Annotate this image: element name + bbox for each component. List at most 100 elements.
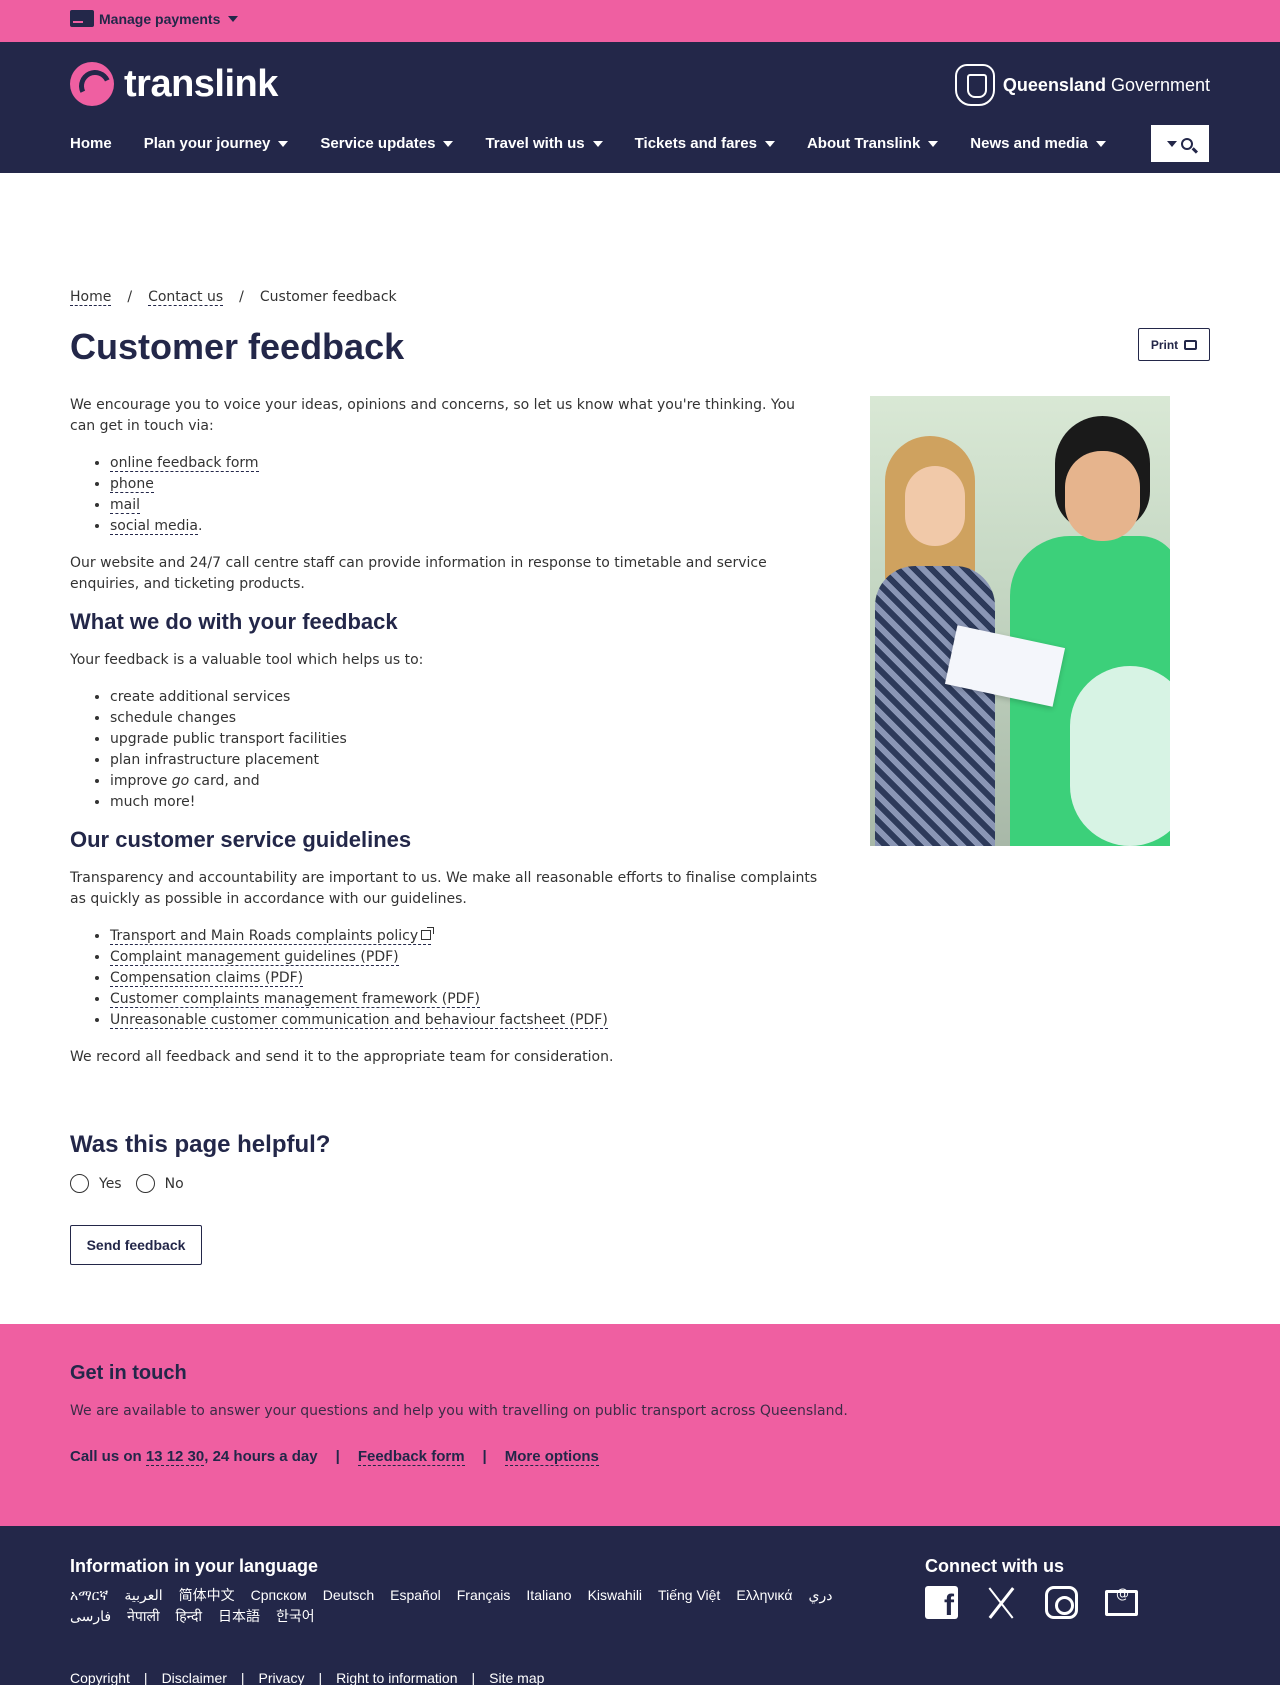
feedback-form-link[interactable]: Feedback form <box>357 1448 465 1466</box>
language-link[interactable]: Tiếng Việt <box>658 1585 720 1606</box>
print-button[interactable]: Print <box>1138 328 1210 361</box>
facebook-icon[interactable] <box>925 1586 958 1623</box>
top-bar: Manage payments <box>0 0 1280 42</box>
feedback-intro: Your feedback is a valuable tool which h… <box>70 652 424 668</box>
nav-label: Travel with us <box>485 135 585 152</box>
translink-logo-icon <box>70 62 114 106</box>
chevron-down-icon <box>592 140 603 147</box>
language-link[interactable]: Kiswahili <box>588 1585 642 1606</box>
nav-label: Plan your journey <box>143 135 271 152</box>
send-feedback-button[interactable]: Send feedback <box>70 1225 202 1265</box>
search-button[interactable] <box>1151 125 1209 162</box>
list-item: much more! <box>110 792 820 813</box>
language-link[interactable]: አማርኛ <box>70 1585 108 1606</box>
language-link[interactable]: 日本語 <box>218 1606 260 1627</box>
call-centre-paragraph: Our website and 24/7 call centre staff c… <box>70 555 767 592</box>
social-media-link[interactable]: social media <box>110 518 198 535</box>
breadcrumb-current: Customer feedback <box>259 289 397 305</box>
nav-travel-with-us[interactable]: Travel with us <box>485 135 603 152</box>
nav-home[interactable]: Home <box>70 135 112 152</box>
nav-label: Home <box>70 135 112 152</box>
phone-number-link[interactable]: 13 12 30 <box>145 1448 205 1466</box>
language-link[interactable]: Ελληνικά <box>736 1585 792 1606</box>
list-item: Compensation claims (PDF) <box>110 968 820 989</box>
feedback-uses-list: create additional services schedule chan… <box>110 687 820 813</box>
manage-payments-menu[interactable]: Manage payments <box>70 10 239 27</box>
more-options-link[interactable]: More options <box>504 1448 599 1466</box>
record-paragraph: We record all feedback and send it to th… <box>70 1049 614 1065</box>
chevron-down-icon <box>443 140 454 147</box>
list-item: mail <box>110 495 820 516</box>
connect-heading: Connect with us <box>925 1556 1064 1576</box>
language-link[interactable]: Italiano <box>526 1585 571 1606</box>
separator: | <box>143 1670 148 1685</box>
language-link[interactable]: नेपाली <box>127 1606 159 1627</box>
list-item: create additional services <box>110 687 820 708</box>
disclaimer-link[interactable]: Disclaimer <box>162 1670 227 1685</box>
call-suffix: , 24 hours a day <box>204 1448 318 1465</box>
no-radio[interactable] <box>135 1174 155 1193</box>
separator: | <box>335 1448 340 1465</box>
language-link[interactable]: 한국어 <box>276 1606 315 1627</box>
email-icon[interactable] <box>1105 1587 1138 1616</box>
gov-bold-text: Queensland <box>1002 74 1106 95</box>
language-link[interactable]: हिन्दी <box>176 1606 202 1627</box>
compensation-claims-link[interactable]: Compensation claims (PDF) <box>110 970 304 987</box>
nav-news-and-media[interactable]: News and media <box>970 135 1106 152</box>
language-link[interactable]: دري <box>808 1585 832 1606</box>
improve-suffix: card, and <box>193 773 260 789</box>
yes-label[interactable]: Yes <box>99 1176 122 1192</box>
customer-service-photo <box>870 396 1170 846</box>
link-label: Transport and Main Roads complaints poli… <box>110 928 419 944</box>
language-link[interactable]: Deutsch <box>323 1585 374 1606</box>
unreasonable-behaviour-factsheet-link[interactable]: Unreasonable customer communication and … <box>110 1012 608 1029</box>
printer-icon <box>1184 339 1198 350</box>
list-item: social media. <box>110 516 820 537</box>
queensland-government-logo[interactable]: Queensland Government <box>954 64 1210 106</box>
no-label[interactable]: No <box>165 1176 184 1192</box>
complaints-policy-link[interactable]: Transport and Main Roads complaints poli… <box>110 927 435 945</box>
language-link[interactable]: Српском <box>251 1585 307 1606</box>
translink-logo[interactable]: translink <box>70 62 278 106</box>
language-link[interactable]: Français <box>457 1585 511 1606</box>
right-to-information-link[interactable]: Right to information <box>336 1670 457 1685</box>
chevron-down-icon <box>764 140 775 147</box>
complaint-guidelines-link[interactable]: Complaint management guidelines (PDF) <box>110 949 399 966</box>
breadcrumb-home[interactable]: Home <box>70 289 112 306</box>
breadcrumb-separator: / <box>239 289 244 305</box>
guidelines-heading: Our customer service guidelines <box>70 827 412 852</box>
list-item: schedule changes <box>110 708 820 729</box>
copyright-link[interactable]: Copyright <box>70 1670 130 1685</box>
language-link[interactable]: 简体中文 <box>179 1585 235 1606</box>
language-heading: Information in your language <box>70 1556 319 1576</box>
nav-service-updates[interactable]: Service updates <box>320 135 454 152</box>
list-item: plan infrastructure placement <box>110 750 820 771</box>
go-card-italic: go <box>171 773 190 789</box>
mail-link[interactable]: mail <box>110 497 140 514</box>
instagram-icon[interactable] <box>1045 1586 1078 1619</box>
external-link-icon <box>421 927 435 940</box>
breadcrumb-contact-us[interactable]: Contact us <box>148 289 224 306</box>
site-map-link[interactable]: Site map <box>489 1670 544 1685</box>
nav-label: Tickets and fares <box>634 135 757 152</box>
nav-tickets-and-fares[interactable]: Tickets and fares <box>635 135 775 152</box>
nav-label: About Translink <box>806 135 921 152</box>
nav-about-translink[interactable]: About Translink <box>806 135 939 152</box>
language-link[interactable]: العربية <box>124 1585 162 1606</box>
language-link[interactable]: فارسی <box>70 1606 111 1627</box>
online-feedback-form-link[interactable]: online feedback form <box>110 455 259 472</box>
complaints-framework-link[interactable]: Customer complaints management framework… <box>110 991 480 1008</box>
nav-label: News and media <box>970 135 1088 152</box>
x-twitter-icon[interactable] <box>985 1586 1018 1619</box>
language-link[interactable]: Español <box>390 1585 441 1606</box>
privacy-link[interactable]: Privacy <box>259 1670 305 1685</box>
phone-link[interactable]: phone <box>110 476 154 493</box>
contact-methods-list: online feedback form phone mail social m… <box>110 453 820 537</box>
feedback-heading: What we do with your feedback <box>70 609 398 634</box>
chevron-down-icon <box>928 140 939 147</box>
yes-radio[interactable] <box>70 1174 89 1193</box>
chevron-down-icon <box>1095 140 1106 147</box>
guidelines-intro: Transparency and accountability are impo… <box>70 870 818 907</box>
nav-label: Service updates <box>320 135 436 152</box>
nav-plan-your-journey[interactable]: Plan your journey <box>144 135 289 152</box>
